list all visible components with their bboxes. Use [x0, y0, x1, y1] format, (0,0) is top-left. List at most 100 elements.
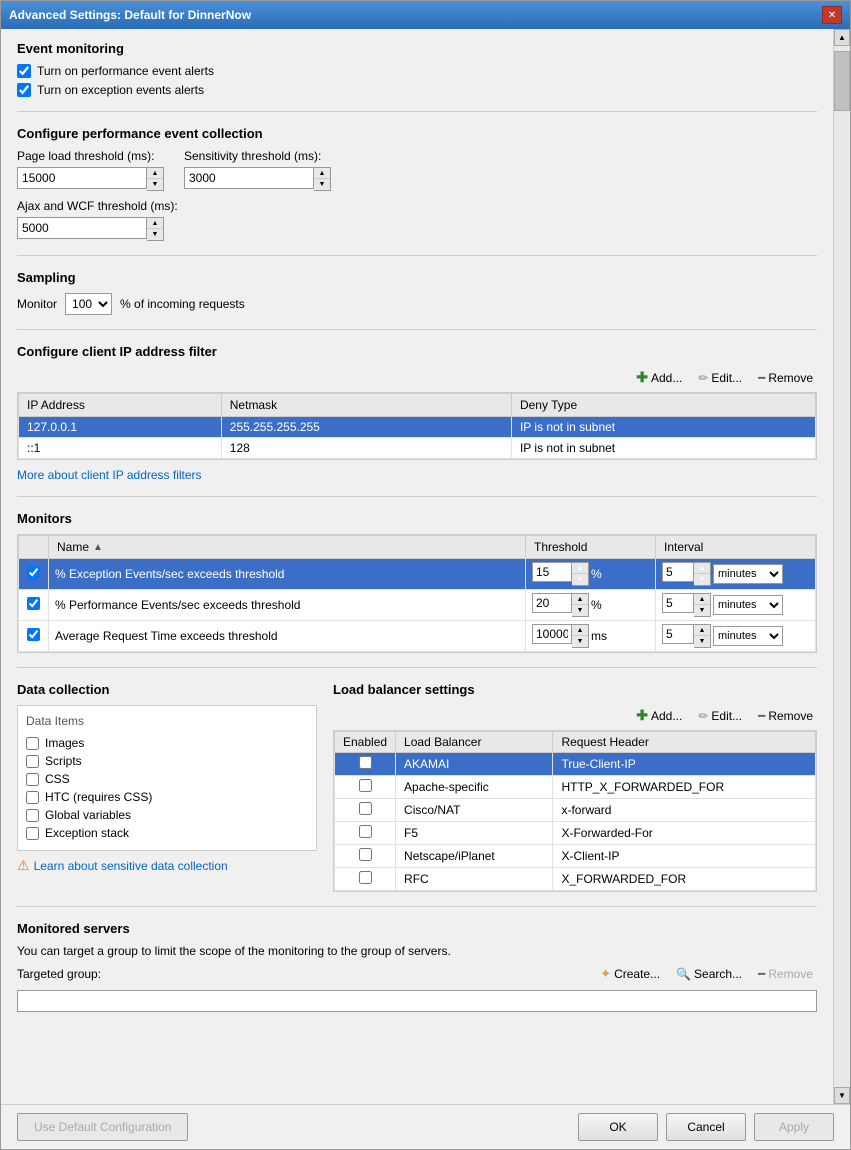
dc-box-title: Data Items	[26, 714, 308, 728]
scrollbar: ▲ ▼	[833, 29, 850, 1104]
scroll-down-button[interactable]: ▼	[834, 1087, 850, 1104]
dc-box: Data Items Images Scripts CSS	[17, 705, 317, 851]
lb-enabled-checkbox[interactable]	[359, 871, 372, 884]
table-row[interactable]: % Performance Events/sec exceeds thresho…	[19, 590, 816, 621]
threshold-input[interactable]	[532, 562, 572, 582]
lb-edit-button[interactable]: ✏ Edit...	[694, 705, 746, 726]
create-button[interactable]: ✦ Create...	[596, 964, 664, 984]
table-row[interactable]: RFC X_FORWARDED_FOR	[335, 868, 816, 891]
interval-input[interactable]	[662, 593, 694, 613]
table-row[interactable]: 127.0.0.1 255.255.255.255 IP is not in s…	[19, 417, 816, 438]
table-row[interactable]: AKAMAI True-Client-IP	[335, 753, 816, 776]
deny-cell: IP is not in subnet	[511, 438, 815, 459]
lb-remove-button[interactable]: ━ Remove	[754, 705, 817, 726]
interval-up[interactable]: ▲	[694, 625, 710, 636]
dc-css-checkbox[interactable]	[26, 773, 39, 786]
perf-alerts-checkbox[interactable]	[17, 64, 31, 78]
scroll-up-button[interactable]: ▲	[834, 29, 850, 46]
learn-link[interactable]: Learn about sensitive data collection	[34, 859, 228, 873]
table-row[interactable]: Average Request Time exceeds threshold ▲…	[19, 621, 816, 652]
table-row[interactable]: % Exception Events/sec exceeds threshold…	[19, 559, 816, 590]
ajax-input[interactable]	[17, 217, 147, 239]
threshold-spinners: ▲ ▼	[572, 593, 589, 617]
ip-filter-title: Configure client IP address filter	[17, 344, 817, 359]
threshold-up[interactable]: ▲	[572, 594, 588, 605]
interval-up[interactable]: ▲	[694, 563, 710, 574]
targeted-remove-button[interactable]: ━ Remove	[754, 964, 817, 984]
threshold-down[interactable]: ▼	[572, 574, 588, 585]
apply-button[interactable]: Apply	[754, 1113, 834, 1141]
interval-down[interactable]: ▼	[694, 574, 710, 585]
lb-header-cell: True-Client-IP	[553, 753, 816, 776]
scroll-thumb[interactable]	[834, 51, 850, 111]
ajax-spin-down[interactable]: ▼	[147, 229, 163, 240]
table-row[interactable]: ::1 128 IP is not in subnet	[19, 438, 816, 459]
search-icon: 🔍	[676, 967, 691, 981]
ip-more-link[interactable]: More about client IP address filters	[17, 468, 202, 482]
interval-spin: ▲ ▼	[662, 562, 711, 586]
lb-name-cell: Netscape/iPlanet	[396, 845, 553, 868]
interval-unit-select[interactable]: minutes seconds hours	[713, 626, 783, 646]
lb-enabled-checkbox[interactable]	[359, 802, 372, 815]
exception-alerts-checkbox[interactable]	[17, 83, 31, 97]
sensitivity-input[interactable]	[184, 167, 314, 189]
page-load-spin-down[interactable]: ▼	[147, 179, 163, 190]
interval-down[interactable]: ▼	[694, 636, 710, 647]
monitor-name-cell: % Exception Events/sec exceeds threshold	[49, 559, 526, 590]
interval-spinners: ▲ ▼	[694, 562, 711, 586]
monitors-name-col: Name ▲	[49, 536, 526, 559]
sensitivity-spin-up[interactable]: ▲	[314, 168, 330, 179]
table-row[interactable]: Apache-specific HTTP_X_FORWARDED_FOR	[335, 776, 816, 799]
lb-enabled-checkbox[interactable]	[359, 779, 372, 792]
ok-button[interactable]: OK	[578, 1113, 658, 1141]
table-row[interactable]: Cisco/NAT x-forward	[335, 799, 816, 822]
monitor-checkbox[interactable]	[27, 566, 40, 579]
table-row[interactable]: Netscape/iPlanet X-Client-IP	[335, 845, 816, 868]
dc-exception-checkbox[interactable]	[26, 827, 39, 840]
close-button[interactable]: ✕	[822, 6, 842, 24]
threshold-up[interactable]: ▲	[572, 625, 588, 636]
dc-scripts-checkbox[interactable]	[26, 755, 39, 768]
threshold-input[interactable]	[532, 593, 572, 613]
ajax-spin-up[interactable]: ▲	[147, 218, 163, 229]
targeted-group-input[interactable]	[17, 990, 817, 1012]
interval-unit-select[interactable]: minutes seconds hours	[713, 595, 783, 615]
threshold-up[interactable]: ▲	[572, 563, 588, 574]
ip-edit-button[interactable]: ✏ Edit...	[694, 367, 746, 388]
interval-input[interactable]	[662, 562, 694, 582]
title-bar: Advanced Settings: Default for DinnerNow…	[1, 1, 850, 29]
page-load-spin-up[interactable]: ▲	[147, 168, 163, 179]
sensitivity-spin-down[interactable]: ▼	[314, 179, 330, 190]
interval-unit-select[interactable]: minutes seconds hours	[713, 564, 783, 584]
ip-remove-button[interactable]: ━ Remove	[754, 367, 817, 388]
lb-add-button[interactable]: ✚ Add...	[632, 705, 686, 726]
lb-name-cell: AKAMAI	[396, 753, 553, 776]
lb-enabled-checkbox[interactable]	[359, 848, 372, 861]
dc-global-checkbox[interactable]	[26, 809, 39, 822]
dc-images-checkbox[interactable]	[26, 737, 39, 750]
lb-add-label: Add...	[651, 709, 682, 723]
search-button[interactable]: 🔍 Search...	[672, 964, 746, 984]
ip-add-button[interactable]: ✚ Add...	[632, 367, 686, 388]
use-default-button[interactable]: Use Default Configuration	[17, 1113, 188, 1141]
cancel-button[interactable]: Cancel	[666, 1113, 746, 1141]
monitor-interval-cell: ▲ ▼ minutes seconds hours	[656, 590, 816, 621]
monitor-checkbox[interactable]	[27, 628, 40, 641]
interval-down[interactable]: ▼	[694, 605, 710, 616]
remove-icon: ━	[758, 967, 765, 981]
threshold-down[interactable]: ▼	[572, 636, 588, 647]
threshold-input[interactable]	[532, 624, 572, 644]
dc-htc-checkbox[interactable]	[26, 791, 39, 804]
lb-enabled-checkbox[interactable]	[359, 756, 372, 769]
table-row[interactable]: F5 X-Forwarded-For	[335, 822, 816, 845]
sampling-select[interactable]: 100 50 25 10	[65, 293, 112, 315]
interval-input[interactable]	[662, 624, 694, 644]
lb-enabled-checkbox[interactable]	[359, 825, 372, 838]
interval-up[interactable]: ▲	[694, 594, 710, 605]
netmask-cell: 128	[221, 438, 511, 459]
perf-collection-section: Configure performance event collection P…	[17, 126, 817, 241]
ip-table-wrapper: IP Address Netmask Deny Type 127.0.0.1 2…	[17, 392, 817, 460]
monitor-checkbox[interactable]	[27, 597, 40, 610]
page-load-input[interactable]	[17, 167, 147, 189]
threshold-down[interactable]: ▼	[572, 605, 588, 616]
